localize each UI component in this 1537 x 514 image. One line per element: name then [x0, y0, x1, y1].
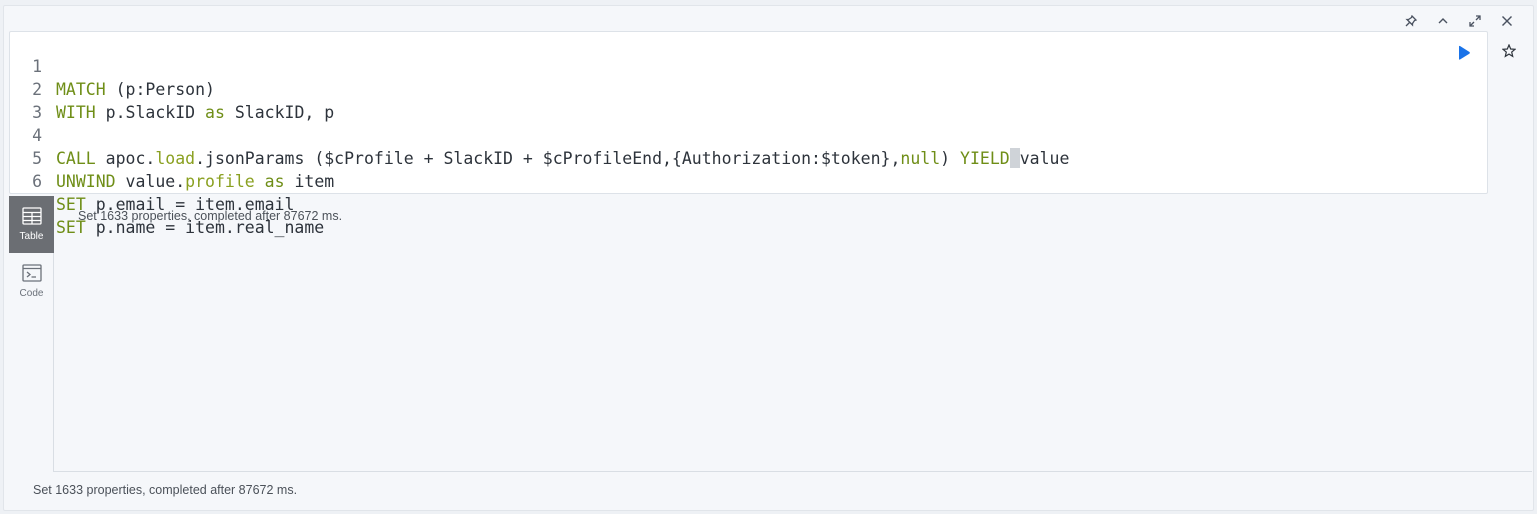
text-cursor	[1009, 148, 1020, 168]
keyword-token: as	[205, 103, 225, 122]
pin-icon	[1405, 15, 1417, 27]
code-token: )	[940, 149, 961, 168]
keyword-token: profile	[185, 172, 255, 191]
favorite-button[interactable]	[1500, 42, 1518, 60]
terminal-icon	[21, 264, 42, 282]
keyword-token: null	[900, 149, 941, 168]
result-message: Set 1633 properties, completed after 876…	[78, 209, 343, 223]
code-token: p.SlackID	[95, 103, 206, 122]
code-token: apoc.	[95, 149, 156, 168]
code-line: 6 SET p.email = item.email	[10, 147, 294, 214]
code-token: value	[1019, 149, 1070, 168]
fullscreen-button[interactable]	[1459, 10, 1491, 32]
code-line: 4 CALL apoc.load.jsonParams ($cProfile +…	[10, 101, 1069, 168]
run-query-button[interactable]	[1455, 44, 1473, 62]
query-frame: 1 MATCH (p:Person) 2 WITH p.SlackID as S…	[3, 5, 1534, 511]
cypher-editor[interactable]: 1 MATCH (p:Person) 2 WITH p.SlackID as S…	[9, 31, 1488, 237]
frame-toolbar	[1395, 10, 1523, 32]
play-icon	[1459, 45, 1470, 60]
status-bar-message: Set 1633 properties, completed after 876…	[33, 483, 298, 497]
keyword-token: YIELD	[960, 149, 1010, 168]
tab-code[interactable]: Code	[9, 253, 54, 310]
chevron-up-icon	[1438, 18, 1448, 24]
result-panel: Table Code Set 1633 properties, complete…	[9, 196, 1532, 472]
table-icon	[21, 207, 42, 225]
code-line: 3	[10, 78, 70, 122]
keyword-token: load	[155, 149, 196, 168]
pin-button[interactable]	[1395, 10, 1427, 32]
code-token: SlackID, p	[224, 103, 335, 122]
tab-table[interactable]: Table	[9, 196, 54, 253]
close-icon	[1502, 16, 1512, 26]
code-token: (p:Person)	[105, 80, 215, 99]
view-switcher: Table Code	[9, 196, 54, 472]
code-token: .jsonParams ($cProfile + SlackID + $cPro…	[195, 149, 901, 168]
expand-icon	[1469, 15, 1481, 27]
tab-label: Code	[19, 288, 44, 299]
close-button[interactable]	[1491, 10, 1523, 32]
code-line: 2 WITH p.SlackID as SlackID, p	[10, 55, 334, 122]
code-line: 7 SET p.name = item.real_name	[10, 170, 324, 237]
code-token: value.	[115, 172, 186, 191]
code-line: 5 UNWIND value.profile as item	[10, 124, 334, 191]
star-icon	[1502, 44, 1516, 58]
tab-label: Table	[19, 231, 44, 242]
keyword-token: as	[264, 172, 285, 191]
collapse-button[interactable]	[1427, 10, 1459, 32]
code-line: 1 MATCH (p:Person)	[10, 32, 215, 99]
code-token: item	[284, 172, 335, 191]
